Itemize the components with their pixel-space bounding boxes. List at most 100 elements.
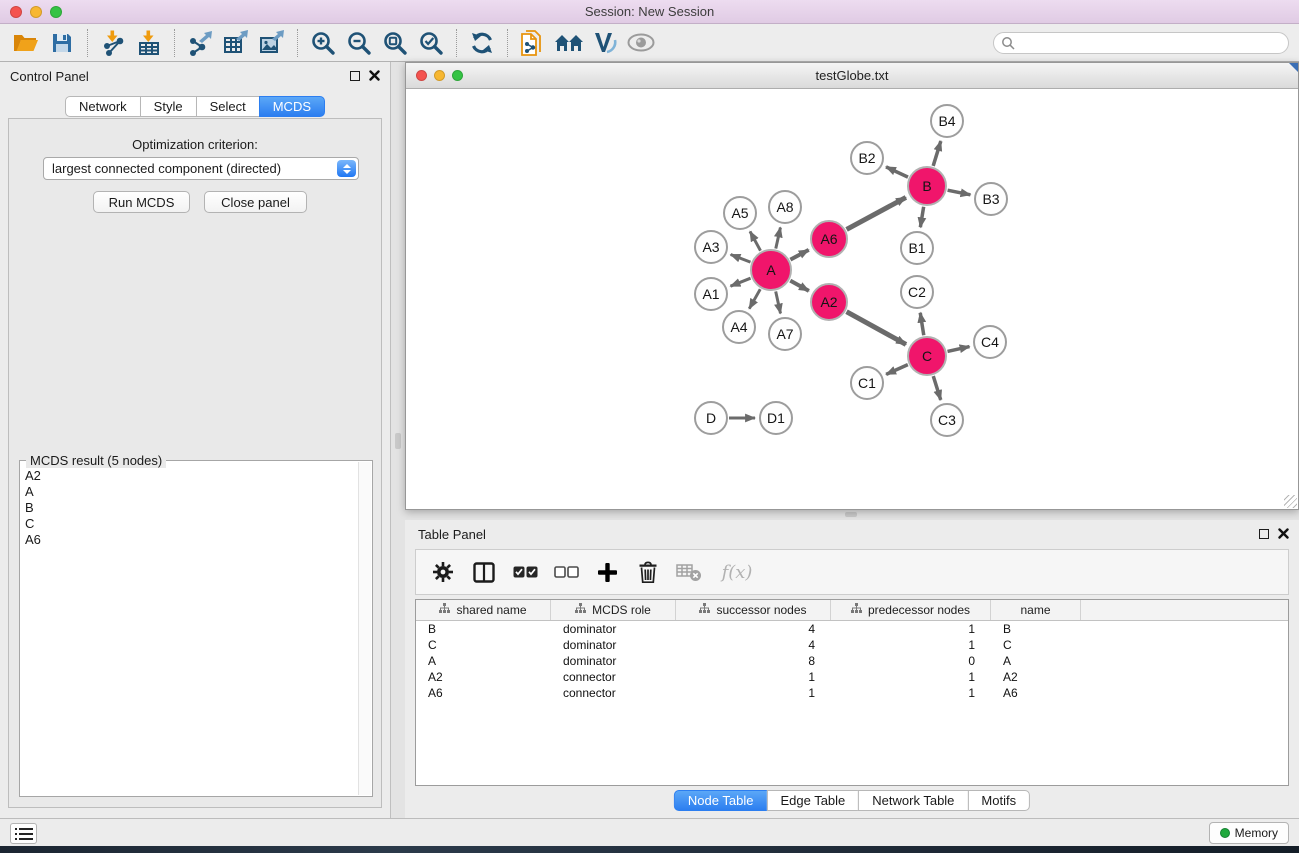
graph-node-A[interactable]: A [750,249,792,291]
mcds-result-item[interactable]: A2 [22,468,356,484]
mcds-result-list[interactable]: A2ABCA6 [22,468,356,794]
graph-node-A3[interactable]: A3 [694,230,728,264]
home-button[interactable] [551,27,587,59]
window-resize-grip[interactable] [1284,495,1297,508]
table-row[interactable]: Adominator80A [416,653,1288,669]
edge-C-C3 [933,376,940,400]
graph-node-C1[interactable]: C1 [850,366,884,400]
table-cell: A2 [991,670,1081,684]
result-scrollbar[interactable] [358,462,371,795]
close-panel-button[interactable]: Close panel [204,191,307,213]
open-session-button[interactable] [8,27,44,59]
search-input[interactable] [1015,34,1288,52]
open-session-file-button[interactable] [515,27,551,59]
optimization-criterion-select[interactable]: largest connected component (directed) [43,157,359,180]
float-table-panel-icon[interactable] [1259,529,1269,539]
column-header-MCDS-role[interactable]: MCDS role [551,600,676,620]
graph-node-C[interactable]: C [907,336,947,376]
mcds-result-item[interactable]: B [22,500,356,516]
tab-network[interactable]: Network [65,96,141,117]
control-panel-title: Control Panel [10,69,89,84]
vizmapper-button[interactable] [587,27,623,59]
edge-A-A4 [749,289,760,309]
table-cell: C [991,638,1081,652]
open-folder-icon [12,31,40,55]
close-table-panel-icon[interactable] [1278,528,1289,539]
table-row[interactable]: A6connector11A6 [416,685,1288,701]
graph-node-A5[interactable]: A5 [723,196,757,230]
network-canvas[interactable]: B4 B2 B B3 A5 A8A6 A3 B1 A A1 C2 A2 A4 A7 C4 C C1 D D1 C3 [406,90,1298,509]
graph-node-C2[interactable]: C2 [900,275,934,309]
graph-node-B[interactable]: B [907,166,947,206]
zoom-out-button[interactable] [341,27,377,59]
export-table-button[interactable] [218,27,254,59]
table-row[interactable]: Cdominator41C [416,637,1288,653]
column-header-shared-name[interactable]: shared name [416,600,551,620]
graph-node-C3[interactable]: C3 [930,403,964,437]
delete-table-button[interactable] [675,558,703,586]
horizontal-splitter-grip[interactable] [845,512,857,517]
zoom-fit-button[interactable] [377,27,413,59]
table-settings-button[interactable] [429,558,457,586]
graph-node-D1[interactable]: D1 [759,401,793,435]
float-panel-icon[interactable] [350,71,360,81]
graph-node-B1[interactable]: B1 [900,231,934,265]
tab-edge-table[interactable]: Edge Table [766,790,859,811]
column-header-predecessor-nodes[interactable]: predecessor nodes [831,600,991,620]
save-session-button[interactable] [44,27,80,59]
mcds-result-item[interactable]: A6 [22,532,356,548]
memory-button[interactable]: Memory [1209,822,1289,844]
refresh-view-button[interactable] [464,27,500,59]
mcds-result-item[interactable]: C [22,516,356,532]
mcds-tab-content: Optimization criterion: largest connecte… [8,118,382,808]
show-columns-button[interactable] [470,558,498,586]
search-box[interactable] [993,32,1289,54]
network-window-titlebar[interactable]: testGlobe.txt [406,63,1298,89]
delete-column-button[interactable] [634,558,662,586]
zoom-in-button[interactable] [305,27,341,59]
graph-node-A1[interactable]: A1 [694,277,728,311]
status-bar: Memory [0,818,1299,846]
select-all-button[interactable] [511,558,539,586]
import-table-button[interactable] [131,27,167,59]
graph-node-B2[interactable]: B2 [850,141,884,175]
unselect-all-button[interactable] [552,558,580,586]
run-mcds-button[interactable]: Run MCDS [93,191,190,213]
export-image-button[interactable] [254,27,290,59]
import-network-button[interactable] [95,27,131,59]
tab-select[interactable]: Select [196,96,260,117]
tab-motifs[interactable]: Motifs [967,790,1030,811]
import-network-icon [100,30,126,56]
graph-node-A4[interactable]: A4 [722,310,756,344]
tab-mcds[interactable]: MCDS [259,96,325,117]
edge-A-A3 [731,255,751,263]
graph-node-A7[interactable]: A7 [768,317,802,351]
export-network-button[interactable] [182,27,218,59]
graph-node-B3[interactable]: B3 [974,182,1008,216]
add-column-button[interactable] [593,558,621,586]
hide-panels-button[interactable] [623,27,659,59]
mcds-result-item[interactable]: A [22,484,356,500]
table-row[interactable]: Bdominator41B [416,621,1288,637]
graph-node-C4[interactable]: C4 [973,325,1007,359]
vertical-splitter-grip[interactable] [395,433,401,449]
edge-C-C1 [886,365,908,375]
graph-node-A2[interactable]: A2 [810,283,848,321]
zoom-selected-button[interactable] [413,27,449,59]
task-history-button[interactable] [10,823,37,844]
tab-network-table[interactable]: Network Table [858,790,968,811]
table-row[interactable]: A2connector11A2 [416,669,1288,685]
graph-node-D[interactable]: D [694,401,728,435]
graph-node-A6[interactable]: A6 [810,220,848,258]
optimization-criterion-label: Optimization criterion: [9,137,381,152]
function-builder-button[interactable]: f(x) [716,558,758,586]
column-header-name[interactable]: name [991,600,1081,620]
column-header-successor-nodes[interactable]: successor nodes [676,600,831,620]
edge-A-A5 [750,231,760,250]
close-panel-icon[interactable] [369,70,380,81]
graph-node-B4[interactable]: B4 [930,104,964,138]
tab-style[interactable]: Style [140,96,197,117]
edge-B-B3 [948,190,971,195]
graph-node-A8[interactable]: A8 [768,190,802,224]
tab-node-table[interactable]: Node Table [674,790,768,811]
